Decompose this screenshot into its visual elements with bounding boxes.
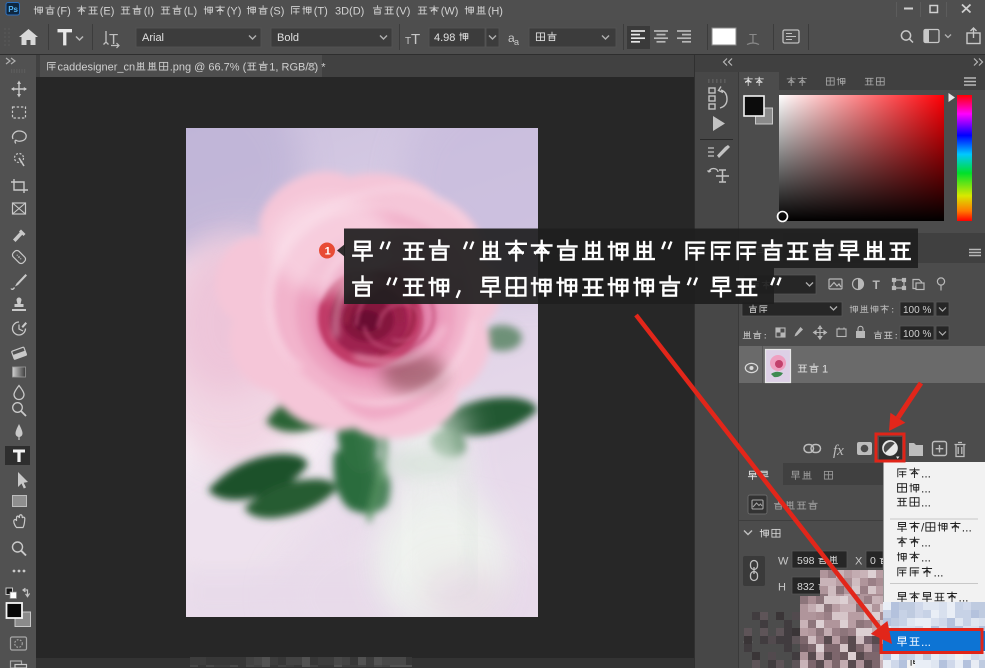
svg-text:...: ... bbox=[921, 635, 931, 649]
svg-text:4.98: 4.98 bbox=[434, 32, 455, 44]
svg-text:X: X bbox=[855, 556, 863, 568]
svg-text:T: T bbox=[411, 31, 420, 48]
svg-text:832: 832 bbox=[797, 581, 815, 593]
svg-text:...: ... bbox=[921, 536, 931, 550]
svg-text:100 %: 100 % bbox=[903, 329, 931, 340]
svg-text:Ps: Ps bbox=[8, 5, 18, 14]
svg-text:598: 598 bbox=[797, 555, 815, 567]
svg-text:...: ... bbox=[962, 521, 972, 535]
svg-text:100 %: 100 % bbox=[903, 305, 931, 316]
svg-text:3D(D): 3D(D) bbox=[335, 6, 364, 18]
svg-text:(L): (L) bbox=[184, 6, 197, 18]
svg-text:fx: fx bbox=[833, 443, 844, 459]
svg-text:(T): (T) bbox=[314, 6, 328, 18]
svg-text:(I): (I) bbox=[144, 6, 154, 18]
svg-text:(F): (F) bbox=[57, 6, 71, 18]
svg-text:.png @ 66.7% (: .png @ 66.7% ( bbox=[170, 62, 247, 74]
svg-text:1: 1 bbox=[822, 364, 828, 376]
svg-text:a: a bbox=[514, 37, 519, 47]
svg-text:(H): (H) bbox=[488, 6, 503, 18]
svg-text:T: T bbox=[873, 278, 881, 292]
svg-text:...: ... bbox=[921, 496, 931, 510]
svg-text:Arial: Arial bbox=[142, 32, 164, 44]
svg-text:...: ... bbox=[921, 482, 931, 496]
svg-text:Bold: Bold bbox=[277, 32, 299, 44]
svg-text:(W): (W) bbox=[441, 6, 459, 18]
svg-text:...: ... bbox=[921, 467, 931, 481]
svg-text:(Y): (Y) bbox=[227, 6, 242, 18]
svg-text:caddesigner_cn: caddesigner_cn bbox=[58, 62, 136, 74]
svg-text:W: W bbox=[778, 556, 789, 568]
svg-text:1: 1 bbox=[325, 246, 331, 258]
svg-text:0: 0 bbox=[870, 555, 876, 567]
svg-text:(S): (S) bbox=[270, 6, 285, 18]
svg-text:H: H bbox=[778, 582, 786, 594]
svg-text:1, RGB/8) *: 1, RGB/8) * bbox=[269, 62, 326, 74]
svg-text:(E): (E) bbox=[100, 6, 115, 18]
svg-text:...: ... bbox=[934, 566, 944, 580]
svg-text:(V): (V) bbox=[396, 6, 411, 18]
svg-text:...: ... bbox=[921, 551, 931, 565]
